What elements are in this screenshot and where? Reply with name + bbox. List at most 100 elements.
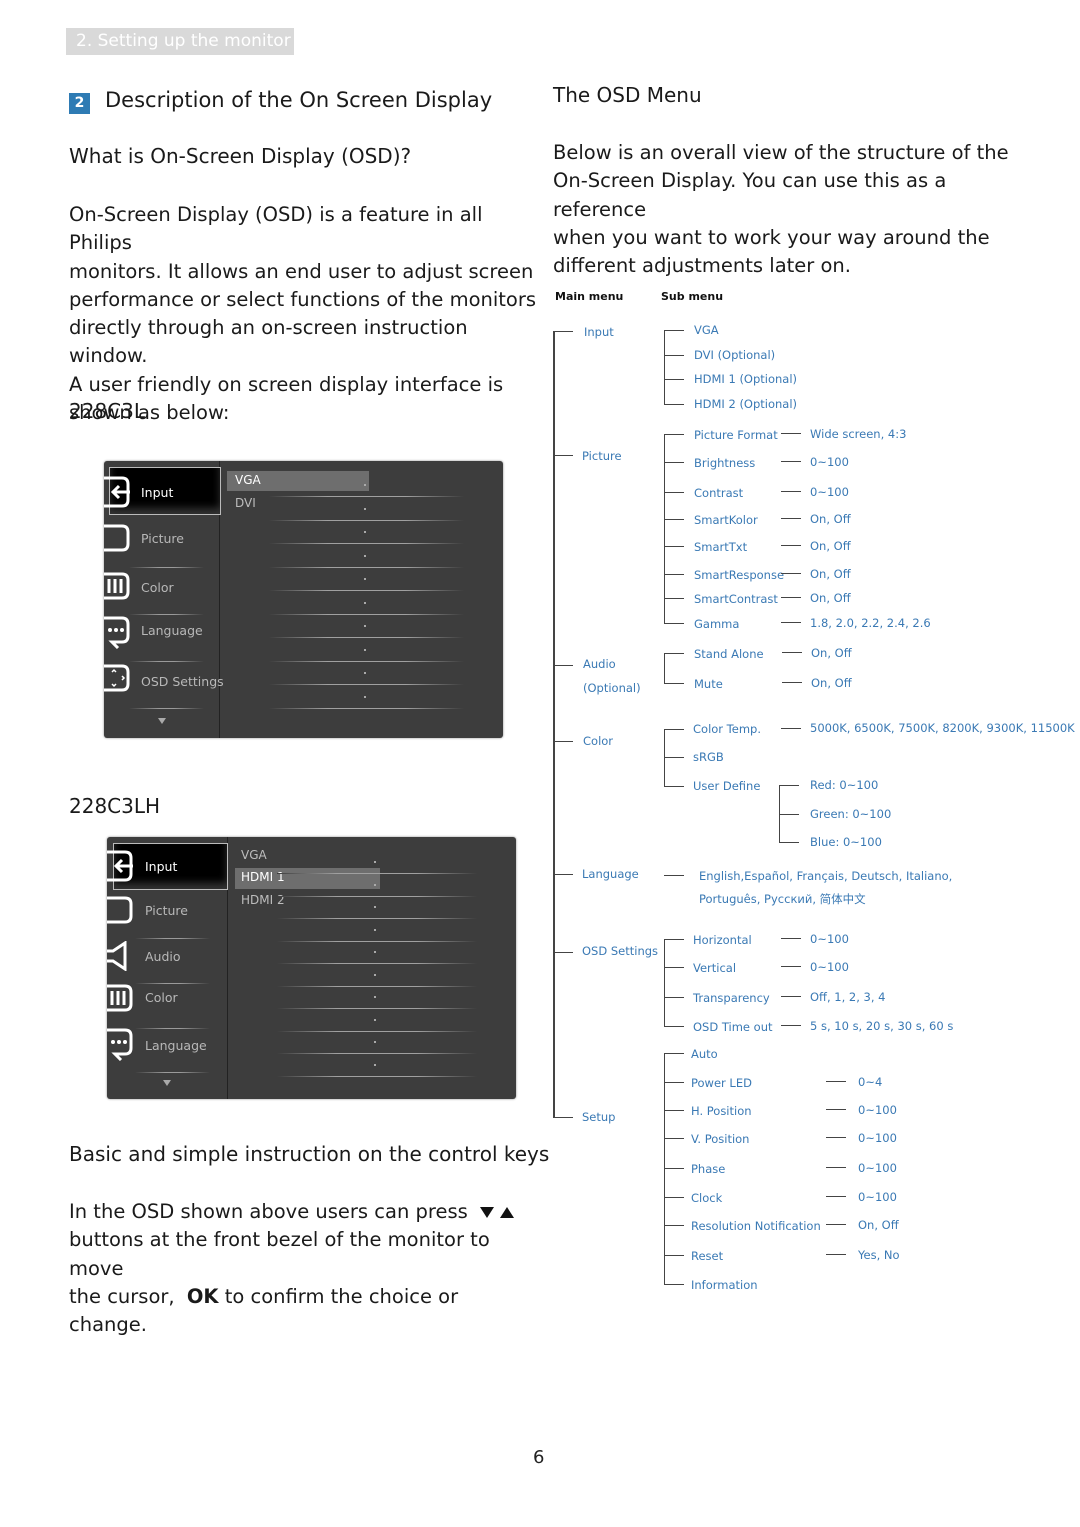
control-keys-heading: Basic and simple instruction on the cont… <box>69 1142 550 1166</box>
model-label-228c3l: 228C3L <box>69 399 146 423</box>
intro-line: A user friendly on screen display interf… <box>69 372 504 396</box>
tree-sub-item: Brightness <box>694 456 756 470</box>
osd-main-item-osd-settings: OSD Settings <box>141 674 224 689</box>
osd-main-item-input: Input <box>145 859 178 874</box>
tree-sub-item: Resolution Notification <box>691 1219 821 1233</box>
tree-sub-item: Contrast <box>694 486 744 500</box>
tree-sub-item: Mute <box>694 677 723 691</box>
tree-trunk <box>553 331 555 1118</box>
tree-sub-item: Transparency <box>693 991 770 1005</box>
osd-menu-intro: Below is an overall view of the structur… <box>553 139 1033 280</box>
osd-menu-title: The OSD Menu <box>553 83 702 107</box>
intro-line: monitors. It allows an end user to adjus… <box>69 259 534 283</box>
tree-sub-item: Clock <box>691 1191 723 1205</box>
osd-main-item-language: Language <box>145 1038 207 1053</box>
tree-value: Wide screen, 4:3 <box>810 427 907 441</box>
osd-sub-item-dvi: DVI <box>235 496 256 510</box>
ok-key-label: OK <box>186 1284 219 1308</box>
tree-sub-item: Auto <box>691 1047 718 1061</box>
language-icon <box>104 616 130 649</box>
tree-main-input: Input <box>584 325 614 339</box>
osd-screenshot-228c3lh: Input Picture Audio Color Language VGA H… <box>107 837 516 1099</box>
tree-sub-item: Stand Alone <box>694 647 764 661</box>
keys-line: the cursor, <box>69 1284 175 1308</box>
osd-settings-icon <box>104 664 130 692</box>
tree-value: 5000K, 6500K, 7500K, 8200K, 9300K, 11500… <box>810 721 1075 735</box>
audio-icon <box>107 941 127 971</box>
tree-sub-item: V. Position <box>691 1132 750 1146</box>
tree-value: 0~100 <box>858 1103 897 1117</box>
tree-sub-item: OSD Time out <box>693 1020 773 1034</box>
page-title: Description of the On Screen Display <box>105 88 493 112</box>
tree-value: 0~100 <box>810 932 849 946</box>
osd-question-heading: What is On-Screen Display (OSD)? <box>69 144 412 168</box>
input-icon <box>107 850 133 882</box>
tree-main-audio-optional: (Optional) <box>583 681 641 695</box>
main-menu-column-header: Main menu <box>555 290 624 303</box>
tree-value: 0~100 <box>858 1131 897 1145</box>
picture-icon <box>104 524 130 552</box>
up-arrow-icon <box>500 1207 515 1218</box>
osd-sub-item-vga: VGA <box>235 473 261 487</box>
language-icon <box>107 1028 133 1061</box>
color-icon <box>104 572 130 600</box>
tree-sub-item: Gamma <box>694 617 740 631</box>
tree-sub-item: Picture Format <box>694 428 778 442</box>
osd-screenshot-228c3l: Input Picture Color Language OSD Setting… <box>104 461 503 738</box>
sub-menu-column-header: Sub menu <box>661 290 724 303</box>
tree-sub-item: User Define <box>693 779 761 793</box>
tree-value: Blue: 0~100 <box>810 835 882 849</box>
tree-sub-item: Phase <box>691 1162 726 1176</box>
tree-sub-item: DVI (Optional) <box>694 348 776 362</box>
tree-value: 1.8, 2.0, 2.2, 2.4, 2.6 <box>810 616 931 630</box>
keys-line: In the OSD shown above users can press <box>69 1200 468 1223</box>
tree-sub-item: Color Temp. <box>693 722 761 736</box>
osd-main-item-color: Color <box>141 580 174 595</box>
intro-line: performance or select functions of the m… <box>69 287 537 311</box>
tree-value: 0~100 <box>858 1161 897 1175</box>
intro-line: when you want to work your way around th… <box>553 225 990 249</box>
scroll-down-arrow-icon <box>158 718 166 724</box>
model-label-228c3lh: 228C3LH <box>69 794 161 818</box>
intro-line: directly through an on-screen instructio… <box>69 316 468 368</box>
tree-main-osd-settings: OSD Settings <box>582 944 659 958</box>
tree-sub-item: HDMI 2 (Optional) <box>694 397 798 411</box>
osd-main-item-language: Language <box>141 623 203 638</box>
tree-sub-item: Vertical <box>693 961 737 975</box>
tree-sub-item: Power LED <box>691 1076 752 1090</box>
osd-sub-item-vga: VGA <box>241 848 267 862</box>
tree-sub-item: SmartTxt <box>694 540 748 554</box>
tree-main-color: Color <box>583 734 614 748</box>
tree-main-picture: Picture <box>582 449 622 463</box>
tree-value: 0~4 <box>858 1075 883 1089</box>
osd-main-item-input: Input <box>141 485 174 500</box>
tree-value: On, Off <box>810 539 851 553</box>
osd-main-item-audio: Audio <box>145 949 181 964</box>
keys-line: buttons at the front bezel of the monito… <box>69 1228 490 1280</box>
tree-value: 5 s, 10 s, 20 s, 30 s, 60 s <box>810 1019 954 1033</box>
tree-sub-item: H. Position <box>691 1104 752 1118</box>
tree-value: On, Off <box>858 1218 899 1232</box>
tree-sub-item: sRGB <box>693 750 724 764</box>
tree-value: Off, 1, 2, 3, 4 <box>810 990 886 1004</box>
tree-value: Yes, No <box>858 1248 900 1262</box>
intro-line: On-Screen Display. You can use this as a… <box>553 169 947 221</box>
tree-value: Green: 0~100 <box>810 807 892 821</box>
tree-sub-item: Horizontal <box>693 933 752 947</box>
tree-value: 0~100 <box>810 485 849 499</box>
tree-value: 0~100 <box>810 960 849 974</box>
osd-main-item-picture: Picture <box>141 531 184 546</box>
input-icon <box>104 476 130 508</box>
tree-main-language: Language <box>582 867 639 881</box>
section-tab: 2. Setting up the monitor <box>66 28 294 55</box>
tree-sub-item: Information <box>691 1278 758 1292</box>
tree-value: Red: 0~100 <box>810 778 879 792</box>
tree-main-setup: Setup <box>582 1110 616 1124</box>
tree-value: 0~100 <box>810 455 849 469</box>
tree-value: Português, Русский, 简体中文 <box>699 892 866 906</box>
control-keys-paragraph: In the OSD shown above users can press b… <box>69 1198 539 1339</box>
tree-sub-item: SmartContrast <box>694 592 778 606</box>
tree-sub-item: SmartResponse <box>694 568 785 582</box>
tree-value: On, Off <box>810 567 851 581</box>
tree-sub-item: VGA <box>694 323 719 337</box>
